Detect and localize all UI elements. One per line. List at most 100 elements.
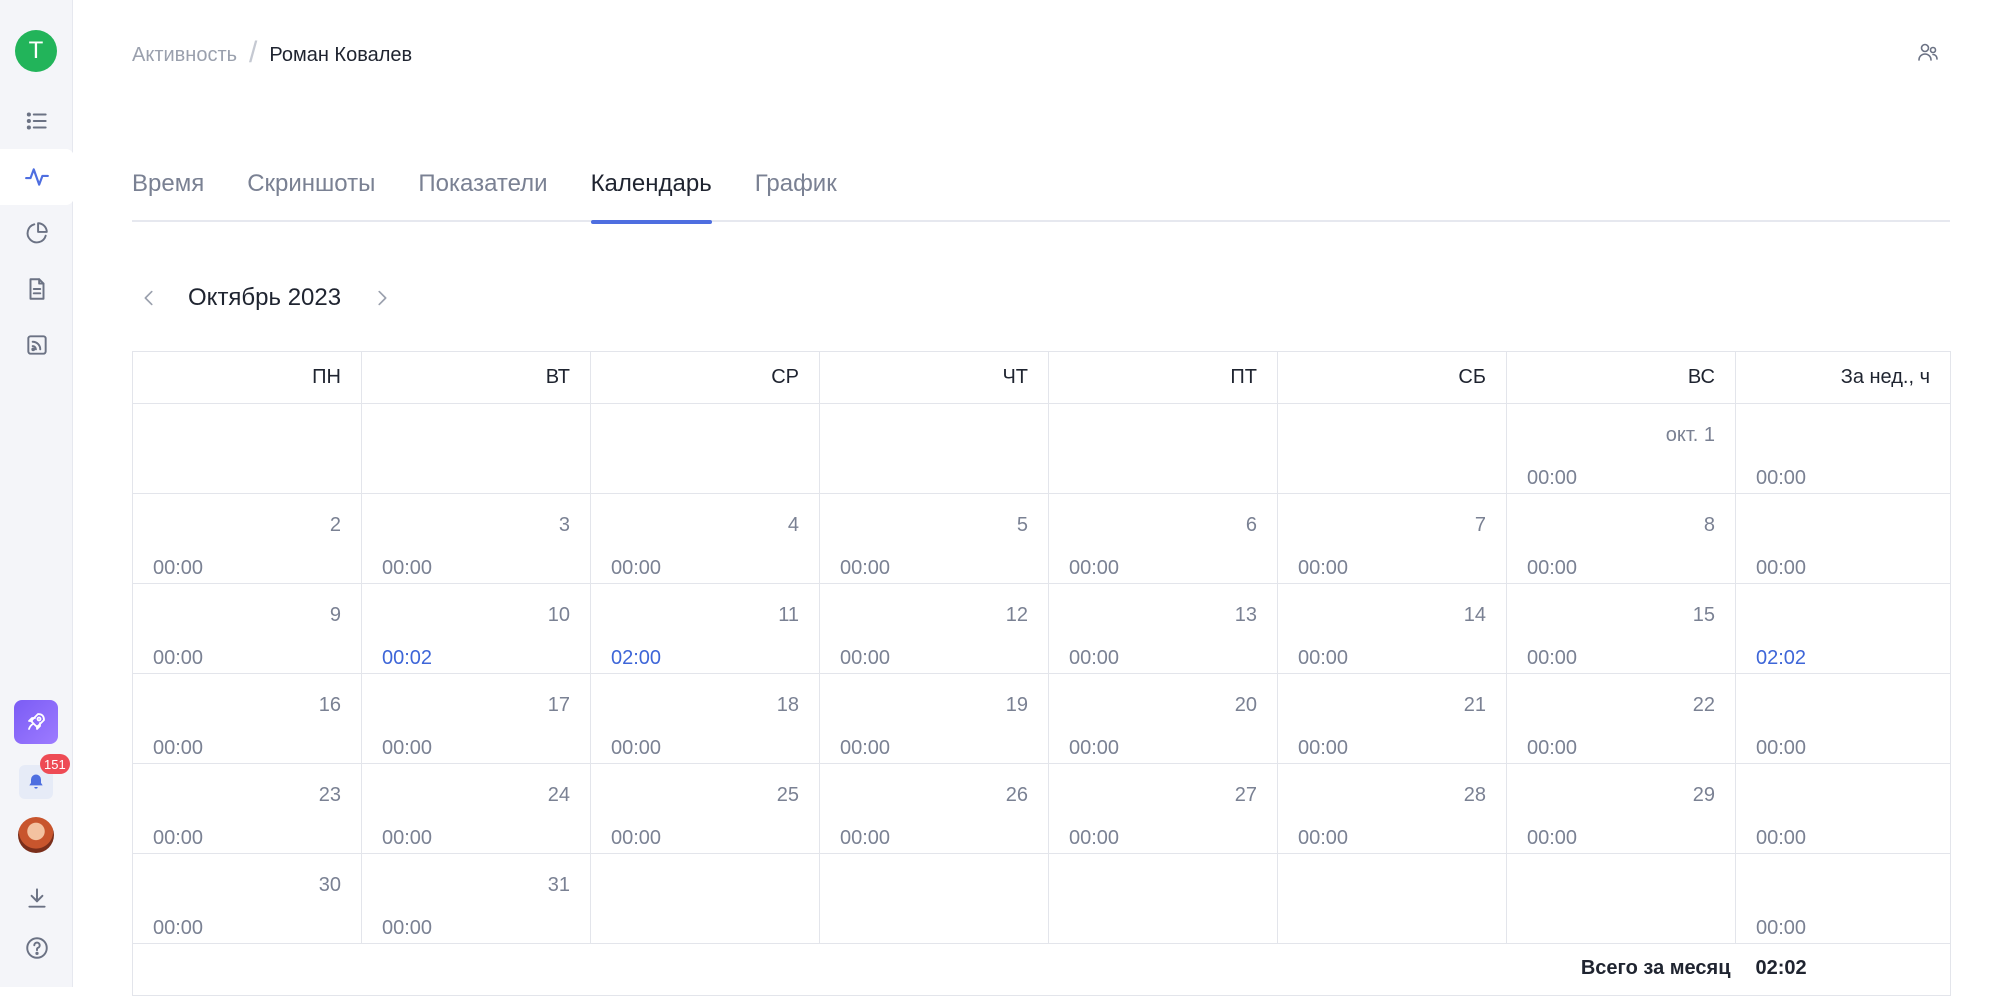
week-total-cell: 02:02 (1735, 583, 1951, 674)
week-total-value: 00:00 (1756, 737, 1807, 759)
calendar-day-cell[interactable]: 16 00:00 (132, 673, 362, 764)
day-number: 4 (787, 514, 799, 536)
week-total-cell: 00:00 (1735, 403, 1951, 494)
previous-month-icon[interactable] (132, 278, 166, 318)
month-navigation: Октябрь 2023 (132, 278, 399, 318)
week-total-cell: 00:00 (1735, 673, 1951, 764)
calendar-day-cell[interactable]: 8 00:00 (1506, 493, 1736, 584)
calendar-day-cell[interactable]: 18 00:00 (590, 673, 820, 764)
calendar-day-cell[interactable]: 13 00:00 (1048, 583, 1278, 674)
calendar-day-cell[interactable]: 12 00:00 (819, 583, 1049, 674)
calendar-day-cell[interactable]: 25 00:00 (590, 763, 820, 854)
day-hours: 00:00 (1527, 827, 1578, 849)
calendar-day-cell[interactable]: 5 00:00 (819, 493, 1049, 584)
calendar-day-cell[interactable]: 26 00:00 (819, 763, 1049, 854)
calendar-day-cell[interactable]: окт. 1 00:00 (1506, 403, 1736, 494)
breadcrumb-current: Роман Ковалев (269, 43, 413, 66)
day-number: 13 (1234, 604, 1257, 626)
list-icon[interactable] (0, 93, 73, 149)
day-number: 17 (547, 694, 570, 716)
document-icon[interactable] (0, 261, 73, 317)
breadcrumb-separator: / (249, 36, 258, 69)
day-number: 18 (776, 694, 799, 716)
month-total-label-cell: Всего за месяц (132, 943, 1736, 996)
day-hours: 00:00 (1527, 557, 1578, 579)
week-total-value: 00:00 (1756, 557, 1807, 579)
calendar-week-row: 9 00:00 10 00:02 11 02:00 12 00:00 13 00:00 14 00:0… (132, 583, 1951, 674)
calendar-empty-cell (1277, 403, 1507, 494)
calendar-day-cell[interactable]: 31 00:00 (361, 853, 591, 944)
day-hours: 00:00 (1527, 467, 1578, 489)
calendar-empty-cell (590, 403, 820, 494)
download-icon[interactable] (0, 870, 73, 926)
calendar-day-cell[interactable]: 21 00:00 (1277, 673, 1507, 764)
tab-metrics[interactable]: Показатели (418, 160, 547, 222)
calendar-day-cell[interactable]: 10 00:02 (361, 583, 591, 674)
tab-calendar[interactable]: Календарь (590, 160, 712, 224)
calendar-table: ПН ВТ СР ЧТ ПТ СБ ВС За нед., ч окт. 1 00… (132, 351, 1951, 996)
help-icon[interactable] (0, 920, 73, 976)
month-total-label: Всего за месяц (1580, 957, 1731, 979)
day-hours: 00:00 (382, 557, 433, 579)
header-tuesday: ВТ (361, 351, 591, 404)
calendar-day-cell[interactable]: 19 00:00 (819, 673, 1049, 764)
calendar-day-cell[interactable]: 9 00:00 (132, 583, 362, 674)
tab-chart[interactable]: График (755, 160, 837, 222)
calendar-day-cell[interactable]: 20 00:00 (1048, 673, 1278, 764)
calendar-day-cell[interactable]: 7 00:00 (1277, 493, 1507, 584)
calendar-day-cell[interactable]: 6 00:00 (1048, 493, 1278, 584)
calendar-day-cell[interactable]: 22 00:00 (1506, 673, 1736, 764)
calendar-day-cell[interactable]: 30 00:00 (132, 853, 362, 944)
day-number: 23 (318, 784, 341, 806)
tab-screenshots[interactable]: Скриншоты (247, 160, 375, 222)
workspace-avatar[interactable]: T (15, 30, 57, 72)
day-hours: 00:00 (611, 827, 662, 849)
next-month-icon[interactable] (365, 278, 399, 318)
day-hours: 00:00 (840, 827, 891, 849)
day-number: 6 (1245, 514, 1257, 536)
calendar-week-row: 16 00:00 17 00:00 18 00:00 19 00:00 20 00:00 21 00:… (132, 673, 1951, 764)
calendar-week-row: окт. 1 00:00 00:00 (132, 403, 1951, 494)
calendar-week-row: 2 00:00 3 00:00 4 00:00 5 00:00 6 00:00 7 00:00 8 00:… (132, 493, 1951, 584)
feed-icon[interactable] (0, 317, 73, 373)
calendar-day-cell[interactable]: 27 00:00 (1048, 763, 1278, 854)
calendar-day-cell[interactable]: 15 00:00 (1506, 583, 1736, 674)
tabs: Время Скриншоты Показатели Календарь Гра… (132, 160, 1950, 224)
pie-chart-icon[interactable] (0, 205, 73, 261)
calendar-day-cell[interactable]: 4 00:00 (590, 493, 820, 584)
calendar-day-cell[interactable]: 3 00:00 (361, 493, 591, 584)
breadcrumb-parent[interactable]: Активность (132, 44, 237, 67)
month-total-row: Всего за месяц 02:02 (132, 943, 1951, 996)
calendar-day-cell[interactable]: 23 00:00 (132, 763, 362, 854)
calendar-empty-cell (1506, 853, 1736, 944)
day-number: 8 (1703, 514, 1715, 536)
team-members-icon[interactable] (1916, 40, 1942, 66)
notifications-badge: 151 (40, 754, 70, 774)
week-total-value: 02:02 (1756, 647, 1807, 669)
day-hours: 00:00 (840, 647, 891, 669)
calendar-day-cell[interactable]: 28 00:00 (1277, 763, 1507, 854)
calendar-empty-cell (1048, 853, 1278, 944)
day-hours: 00:00 (153, 647, 204, 669)
rocket-icon[interactable] (14, 700, 58, 744)
calendar-day-cell[interactable]: 14 00:00 (1277, 583, 1507, 674)
activity-icon[interactable] (0, 149, 74, 205)
day-hours: 00:00 (1527, 737, 1578, 759)
day-number: 7 (1474, 514, 1486, 536)
calendar-day-cell[interactable]: 2 00:00 (132, 493, 362, 584)
calendar-day-cell[interactable]: 29 00:00 (1506, 763, 1736, 854)
calendar-day-cell[interactable]: 17 00:00 (361, 673, 591, 764)
tab-time[interactable]: Время (132, 160, 204, 222)
header-monday: ПН (132, 351, 362, 404)
week-total-cell: 00:00 (1735, 493, 1951, 584)
day-hours: 00:00 (382, 737, 433, 759)
day-hours: 00:00 (1069, 827, 1120, 849)
calendar-day-cell[interactable]: 24 00:00 (361, 763, 591, 854)
day-hours: 02:00 (611, 647, 662, 669)
day-number: 27 (1234, 784, 1257, 806)
day-hours: 00:00 (840, 737, 891, 759)
user-avatar[interactable] (18, 817, 54, 853)
calendar-day-cell[interactable]: 11 02:00 (590, 583, 820, 674)
week-total-value: 00:00 (1756, 827, 1807, 849)
day-hours: 00:00 (153, 737, 204, 759)
